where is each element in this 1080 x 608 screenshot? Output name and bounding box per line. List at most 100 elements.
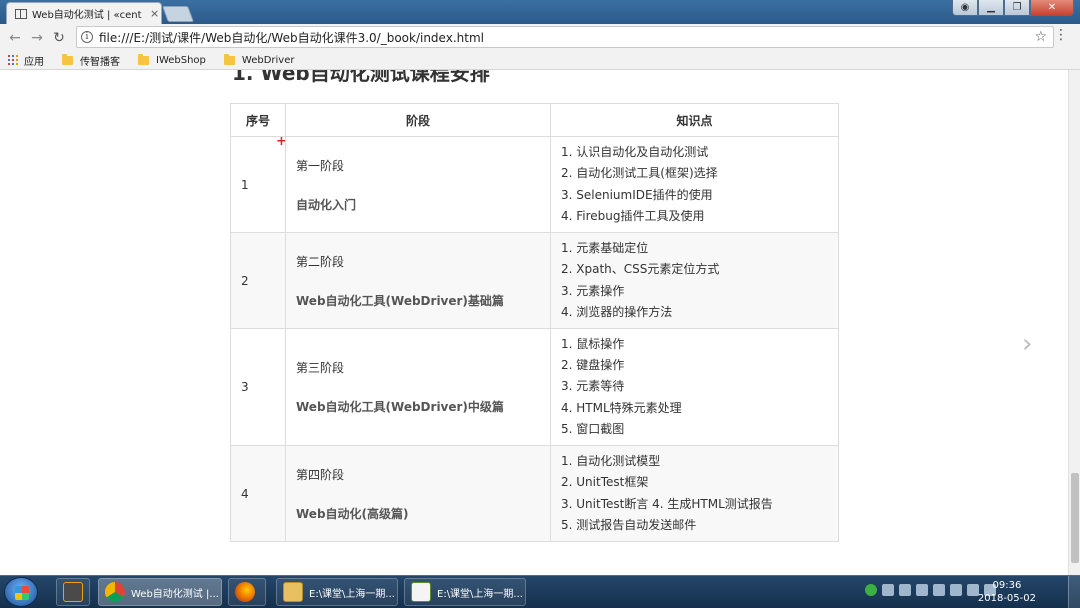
taskbar: Web自动化测试 |... E:\课堂\上海一期... E:\课堂\上海一期..… — [0, 575, 1080, 608]
list-item: 4. Firebug插件工具及使用 — [561, 208, 705, 223]
tab-close-icon[interactable]: × — [150, 7, 159, 20]
list-item: 4. 浏览器的操作方法 — [561, 304, 673, 319]
browser-tab[interactable]: Web自动化测试 | «cent × — [6, 2, 162, 24]
stage-name: 第四阶段 — [296, 467, 345, 482]
folder-icon — [138, 53, 149, 65]
tray-icon[interactable] — [933, 584, 945, 596]
stage-description: Web自动化工具(WebDriver)基础篇 — [296, 293, 504, 308]
bookmark-chuanzhi[interactable]: 传智播客 — [62, 53, 120, 68]
table-row: 2 第二阶段 Web自动化工具(WebDriver)基础篇 1. 元素基础定位 … — [230, 232, 839, 329]
address-bar[interactable]: i file:///E:/测试/课件/Web自动化/Web自动化课件3.0/_b… — [76, 26, 1054, 48]
taskbar-explorer-2[interactable]: E:\课堂\上海一期... — [404, 578, 526, 606]
list-item: 2. 自动化测试工具(框架)选择 — [561, 166, 718, 181]
list-item: 3. 元素操作 — [561, 283, 625, 298]
table-header-row: 序号 阶段 知识点 — [230, 103, 839, 137]
points-cell: 1. 鼠标操作 2. 键盘操作 3. 元素等待 4. HTML特殊元素处理 5.… — [550, 328, 839, 446]
stage-description: Web自动化工具(WebDriver)中级篇 — [296, 400, 504, 414]
header-points: 知识点 — [550, 103, 839, 137]
bookmark-label: WebDriver — [241, 54, 295, 66]
list-item: 3. 元素等待 — [561, 379, 625, 394]
user-icon[interactable]: ◉ — [952, 0, 978, 16]
window-controls: ◉ ▁ ❐ ✕ — [952, 0, 1074, 16]
clock-date: 2018-05-02 — [977, 593, 1036, 604]
menu-icon[interactable]: ⋮ — [1054, 27, 1068, 43]
minimize-button[interactable]: ▁ — [978, 0, 1004, 16]
stage-name: 第一阶段 — [296, 158, 345, 173]
bookmarks-bar: 应用 传智播客 IWebShop WebDriver — [0, 51, 1080, 70]
list-item: 2. 键盘操作 — [561, 358, 625, 373]
page-content: 1. Web自动化测试课程安排 + 序号 阶段 知识点 1 第一阶段 自动化入门… — [0, 70, 1068, 575]
back-arrow-icon[interactable]: ← — [4, 30, 26, 46]
bookmark-star-icon[interactable]: ☆ — [1034, 29, 1047, 45]
start-button[interactable] — [4, 577, 38, 607]
system-tray — [865, 584, 996, 596]
header-stage: 阶段 — [285, 103, 551, 137]
list-item: 5. 测试报告自动发送邮件 — [561, 517, 697, 532]
chrome-icon — [105, 582, 125, 602]
taskbar-explorer-1[interactable]: E:\课堂\上海一期... — [276, 578, 398, 606]
stage-name: 第三阶段 — [296, 361, 345, 375]
taskbar-sublime[interactable] — [56, 578, 90, 606]
stage-cell: 第一阶段 自动化入门 — [285, 136, 551, 233]
bookmark-label: 传智播客 — [80, 56, 120, 68]
course-schedule-table: 序号 阶段 知识点 1 第一阶段 自动化入门 1. 认识自动化及自动化测试 2.… — [230, 103, 839, 542]
tray-icon[interactable] — [882, 584, 894, 596]
tray-icon[interactable] — [916, 584, 928, 596]
list-item: 2. UnitTest框架 — [561, 475, 649, 490]
window-title-bar: Web自动化测试 | «cent × ◉ ▁ ❐ ✕ — [0, 0, 1080, 24]
list-item: 3. UnitTest断言 4. 生成HTML测试报告 — [561, 496, 773, 511]
page-heading: 1. Web自动化测试课程安排 — [232, 70, 490, 85]
new-tab-button[interactable] — [162, 6, 194, 22]
bookmark-webdriver[interactable]: WebDriver — [223, 53, 295, 66]
list-item: 2. Xpath、CSS元素定位方式 — [561, 262, 720, 277]
table-row: 3 第三阶段 Web自动化工具(WebDriver)中级篇 1. 鼠标操作 2.… — [230, 328, 839, 446]
folder-icon — [283, 582, 303, 602]
stage-description: Web自动化(高级篇) — [296, 506, 409, 521]
bookmark-label: 应用 — [24, 56, 44, 68]
tab-title: Web自动化测试 | «cent — [32, 10, 142, 21]
system-clock[interactable]: 09:36 2018-05-02 — [978, 579, 1036, 605]
stage-cell: 第二阶段 Web自动化工具(WebDriver)基础篇 — [285, 232, 551, 329]
show-desktop-button[interactable] — [1068, 576, 1080, 608]
tray-icon[interactable] — [899, 584, 911, 596]
apps-grid-icon — [8, 55, 18, 65]
firefox-icon — [235, 582, 255, 602]
bookmark-iwebshop[interactable]: IWebShop — [138, 53, 206, 66]
points-cell: 1. 认识自动化及自动化测试 2. 自动化测试工具(框架)选择 3. Selen… — [550, 136, 839, 233]
document-icon — [411, 582, 431, 602]
table-row: 4 第四阶段 Web自动化(高级篇) 1. 自动化测试模型 2. UnitTes… — [230, 445, 839, 542]
taskbar-chrome[interactable]: Web自动化测试 |... — [98, 578, 222, 606]
reload-icon[interactable]: ↻ — [48, 30, 70, 46]
clock-time: 09:36 — [992, 580, 1022, 591]
next-page-chevron-icon[interactable]: › — [1022, 329, 1032, 359]
close-button[interactable]: ✕ — [1030, 0, 1074, 16]
taskbar-label: E:\课堂\上海一期... — [437, 588, 523, 600]
windows-logo-icon — [15, 586, 29, 600]
vertical-scrollbar[interactable] — [1068, 70, 1080, 575]
row-number: 1 — [230, 136, 286, 233]
taskbar-firefox[interactable] — [228, 578, 266, 606]
stage-description: 自动化入门 — [296, 197, 357, 212]
stage-name: 第二阶段 — [296, 254, 345, 269]
url-text: file:///E:/测试/课件/Web自动化/Web自动化课件3.0/_boo… — [99, 30, 484, 45]
table-row: 1 第一阶段 自动化入门 1. 认识自动化及自动化测试 2. 自动化测试工具(框… — [230, 136, 839, 233]
maximize-button[interactable]: ❐ — [1004, 0, 1030, 16]
bookmark-apps[interactable]: 应用 — [8, 53, 44, 68]
row-number: 3 — [230, 328, 286, 446]
folder-icon — [62, 53, 73, 65]
keyboard-icon[interactable] — [950, 584, 962, 596]
taskbar-label: E:\课堂\上海一期... — [309, 588, 395, 600]
list-item: 1. 元素基础定位 — [561, 240, 649, 255]
info-icon[interactable]: i — [81, 31, 93, 43]
forward-arrow-icon[interactable]: → — [26, 30, 48, 46]
points-cell: 1. 元素基础定位 2. Xpath、CSS元素定位方式 3. 元素操作 4. … — [550, 232, 839, 329]
row-number: 4 — [230, 445, 286, 542]
scrollbar-thumb[interactable] — [1071, 473, 1079, 563]
list-item: 1. 鼠标操作 — [561, 336, 625, 351]
sublime-icon — [63, 582, 83, 602]
stage-cell: 第四阶段 Web自动化(高级篇) — [285, 445, 551, 542]
bookmark-label: IWebShop — [156, 54, 206, 66]
status-icon[interactable] — [865, 584, 877, 596]
list-item: 3. SeleniumIDE插件的使用 — [561, 187, 713, 202]
row-number: 2 — [230, 232, 286, 329]
